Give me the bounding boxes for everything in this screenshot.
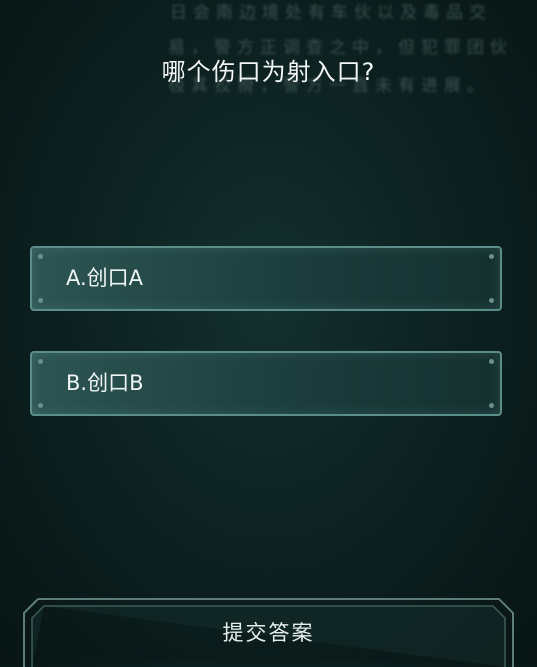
background-text-line: 日会南边境处有车伙以及毒品交 [170,3,492,23]
submit-answer-button[interactable]: 提交答案 [22,597,515,667]
corner-dot [38,254,43,259]
answer-option-label: B.创口B [66,371,144,395]
corner-dot [489,254,494,259]
corner-dot [489,298,494,303]
corner-dot [38,359,43,364]
corner-dot [38,298,43,303]
corner-dot [489,359,494,364]
answer-option-b[interactable]: B.创口B [30,351,502,416]
answer-option-a[interactable]: A.创口A [30,246,502,311]
question-title: 哪个伤口为射入口? [161,58,376,86]
submit-button-label: 提交答案 [222,621,315,645]
corner-dot [489,403,494,408]
answer-option-label: A.创口A [66,266,144,290]
corner-dot [38,403,43,408]
